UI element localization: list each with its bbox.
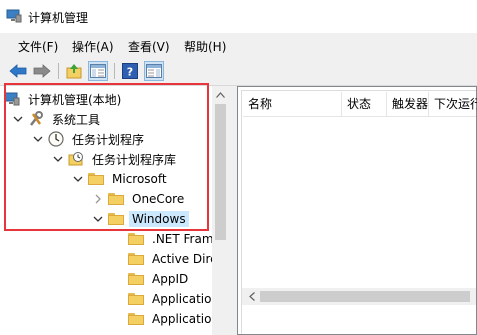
menu-view[interactable]: 查看(V) bbox=[128, 38, 170, 55]
pane-splitter[interactable] bbox=[229, 86, 237, 335]
folder-icon bbox=[108, 191, 124, 207]
title-bar: 计算机管理 bbox=[0, 0, 477, 33]
open-folder-icon bbox=[108, 211, 124, 227]
scroll-thumb[interactable] bbox=[260, 291, 470, 302]
folder-icon bbox=[128, 271, 144, 287]
tree-item-windows[interactable]: Windows bbox=[92, 209, 189, 229]
tree-item-label: 任务计划程序 bbox=[72, 132, 145, 147]
tree-item-label: 计算机管理(本地) bbox=[28, 92, 122, 107]
svg-text:?: ? bbox=[127, 66, 133, 79]
up-folder-icon[interactable] bbox=[64, 61, 84, 81]
computer-management-icon bbox=[4, 91, 20, 107]
menu-action[interactable]: 操作(A) bbox=[72, 38, 114, 55]
column-header-next-run[interactable]: 下次运行 bbox=[429, 92, 477, 116]
window-title: 计算机管理 bbox=[28, 11, 89, 25]
tree-item-label: AppID bbox=[152, 272, 189, 286]
tree-item-task-scheduler[interactable]: 任务计划程序 bbox=[32, 129, 147, 149]
computer-management-icon bbox=[6, 9, 22, 23]
toolbar-separator bbox=[114, 63, 115, 79]
tree-item-task-library[interactable]: 任务计划程序库 bbox=[52, 149, 179, 169]
properties-icon[interactable] bbox=[144, 61, 164, 81]
column-header-row: 名称 状态 触发器 下次运行 bbox=[243, 92, 477, 117]
folder-icon bbox=[88, 171, 104, 187]
tools-icon bbox=[28, 111, 44, 127]
folder-icon bbox=[128, 291, 144, 307]
chevron-down-icon[interactable] bbox=[12, 109, 24, 129]
folder-icon bbox=[128, 251, 144, 267]
scroll-up-icon[interactable] bbox=[212, 86, 229, 103]
tree-item-microsoft[interactable]: Microsoft bbox=[72, 169, 170, 189]
tree-item-application[interactable]: Application bbox=[128, 309, 222, 329]
chevron-down-icon[interactable] bbox=[52, 149, 64, 169]
chevron-down-icon[interactable] bbox=[92, 209, 104, 229]
menu-bar: 文件(F) 操作(A) 查看(V) 帮助(H) bbox=[0, 33, 477, 57]
help-icon[interactable]: ? bbox=[120, 61, 140, 81]
tree-item-label: 系统工具 bbox=[52, 112, 101, 127]
folder-icon bbox=[128, 311, 144, 327]
toolbar: ? bbox=[0, 57, 477, 86]
task-list: 名称 状态 触发器 下次运行 bbox=[241, 90, 477, 334]
tree-item-computer-management[interactable]: 计算机管理(本地) bbox=[2, 89, 124, 109]
menu-file[interactable]: 文件(F) bbox=[18, 38, 58, 55]
tree-item-onecore[interactable]: OneCore bbox=[92, 189, 187, 209]
chevron-down-icon[interactable] bbox=[32, 129, 44, 149]
tree-item-dotnet-framework[interactable]: .NET Frame bbox=[128, 229, 224, 249]
folder-icon bbox=[128, 231, 144, 247]
clock-folder-icon bbox=[68, 151, 84, 167]
tree-item-label: 任务计划程序库 bbox=[92, 152, 177, 167]
chevron-right-icon[interactable] bbox=[92, 189, 104, 209]
tree-item-system-tools[interactable]: 系统工具 bbox=[12, 109, 103, 129]
menu-help[interactable]: 帮助(H) bbox=[184, 38, 226, 55]
task-list-pane[interactable]: 名称 状态 触发器 下次运行 bbox=[237, 86, 477, 335]
tree-item-label: Windows bbox=[129, 211, 189, 227]
tree-item-application[interactable]: Application bbox=[128, 289, 222, 309]
tree-item-appid[interactable]: AppID bbox=[128, 269, 191, 289]
column-header-name[interactable]: 名称 bbox=[243, 92, 342, 116]
scroll-thumb[interactable] bbox=[215, 104, 226, 240]
console-tree[interactable]: 计算机管理(本地) 系统工具 任务计划程序 任务计划程序库 Microsoft … bbox=[0, 86, 231, 335]
column-header-status[interactable]: 状态 bbox=[342, 92, 387, 116]
tree-item-label: OneCore bbox=[132, 192, 185, 206]
clock-icon bbox=[48, 131, 64, 147]
column-header-triggers[interactable]: 触发器 bbox=[387, 92, 429, 116]
scroll-left-icon[interactable] bbox=[244, 288, 259, 305]
tree-item-label: Microsoft bbox=[112, 172, 167, 186]
show-hide-tree-icon[interactable] bbox=[88, 61, 108, 81]
list-horizontal-scrollbar[interactable] bbox=[242, 288, 476, 305]
tree-vertical-scrollbar[interactable] bbox=[212, 86, 229, 335]
back-icon[interactable] bbox=[8, 61, 28, 81]
forward-icon[interactable] bbox=[32, 61, 52, 81]
chevron-down-icon[interactable] bbox=[72, 169, 84, 189]
toolbar-separator bbox=[58, 63, 59, 79]
